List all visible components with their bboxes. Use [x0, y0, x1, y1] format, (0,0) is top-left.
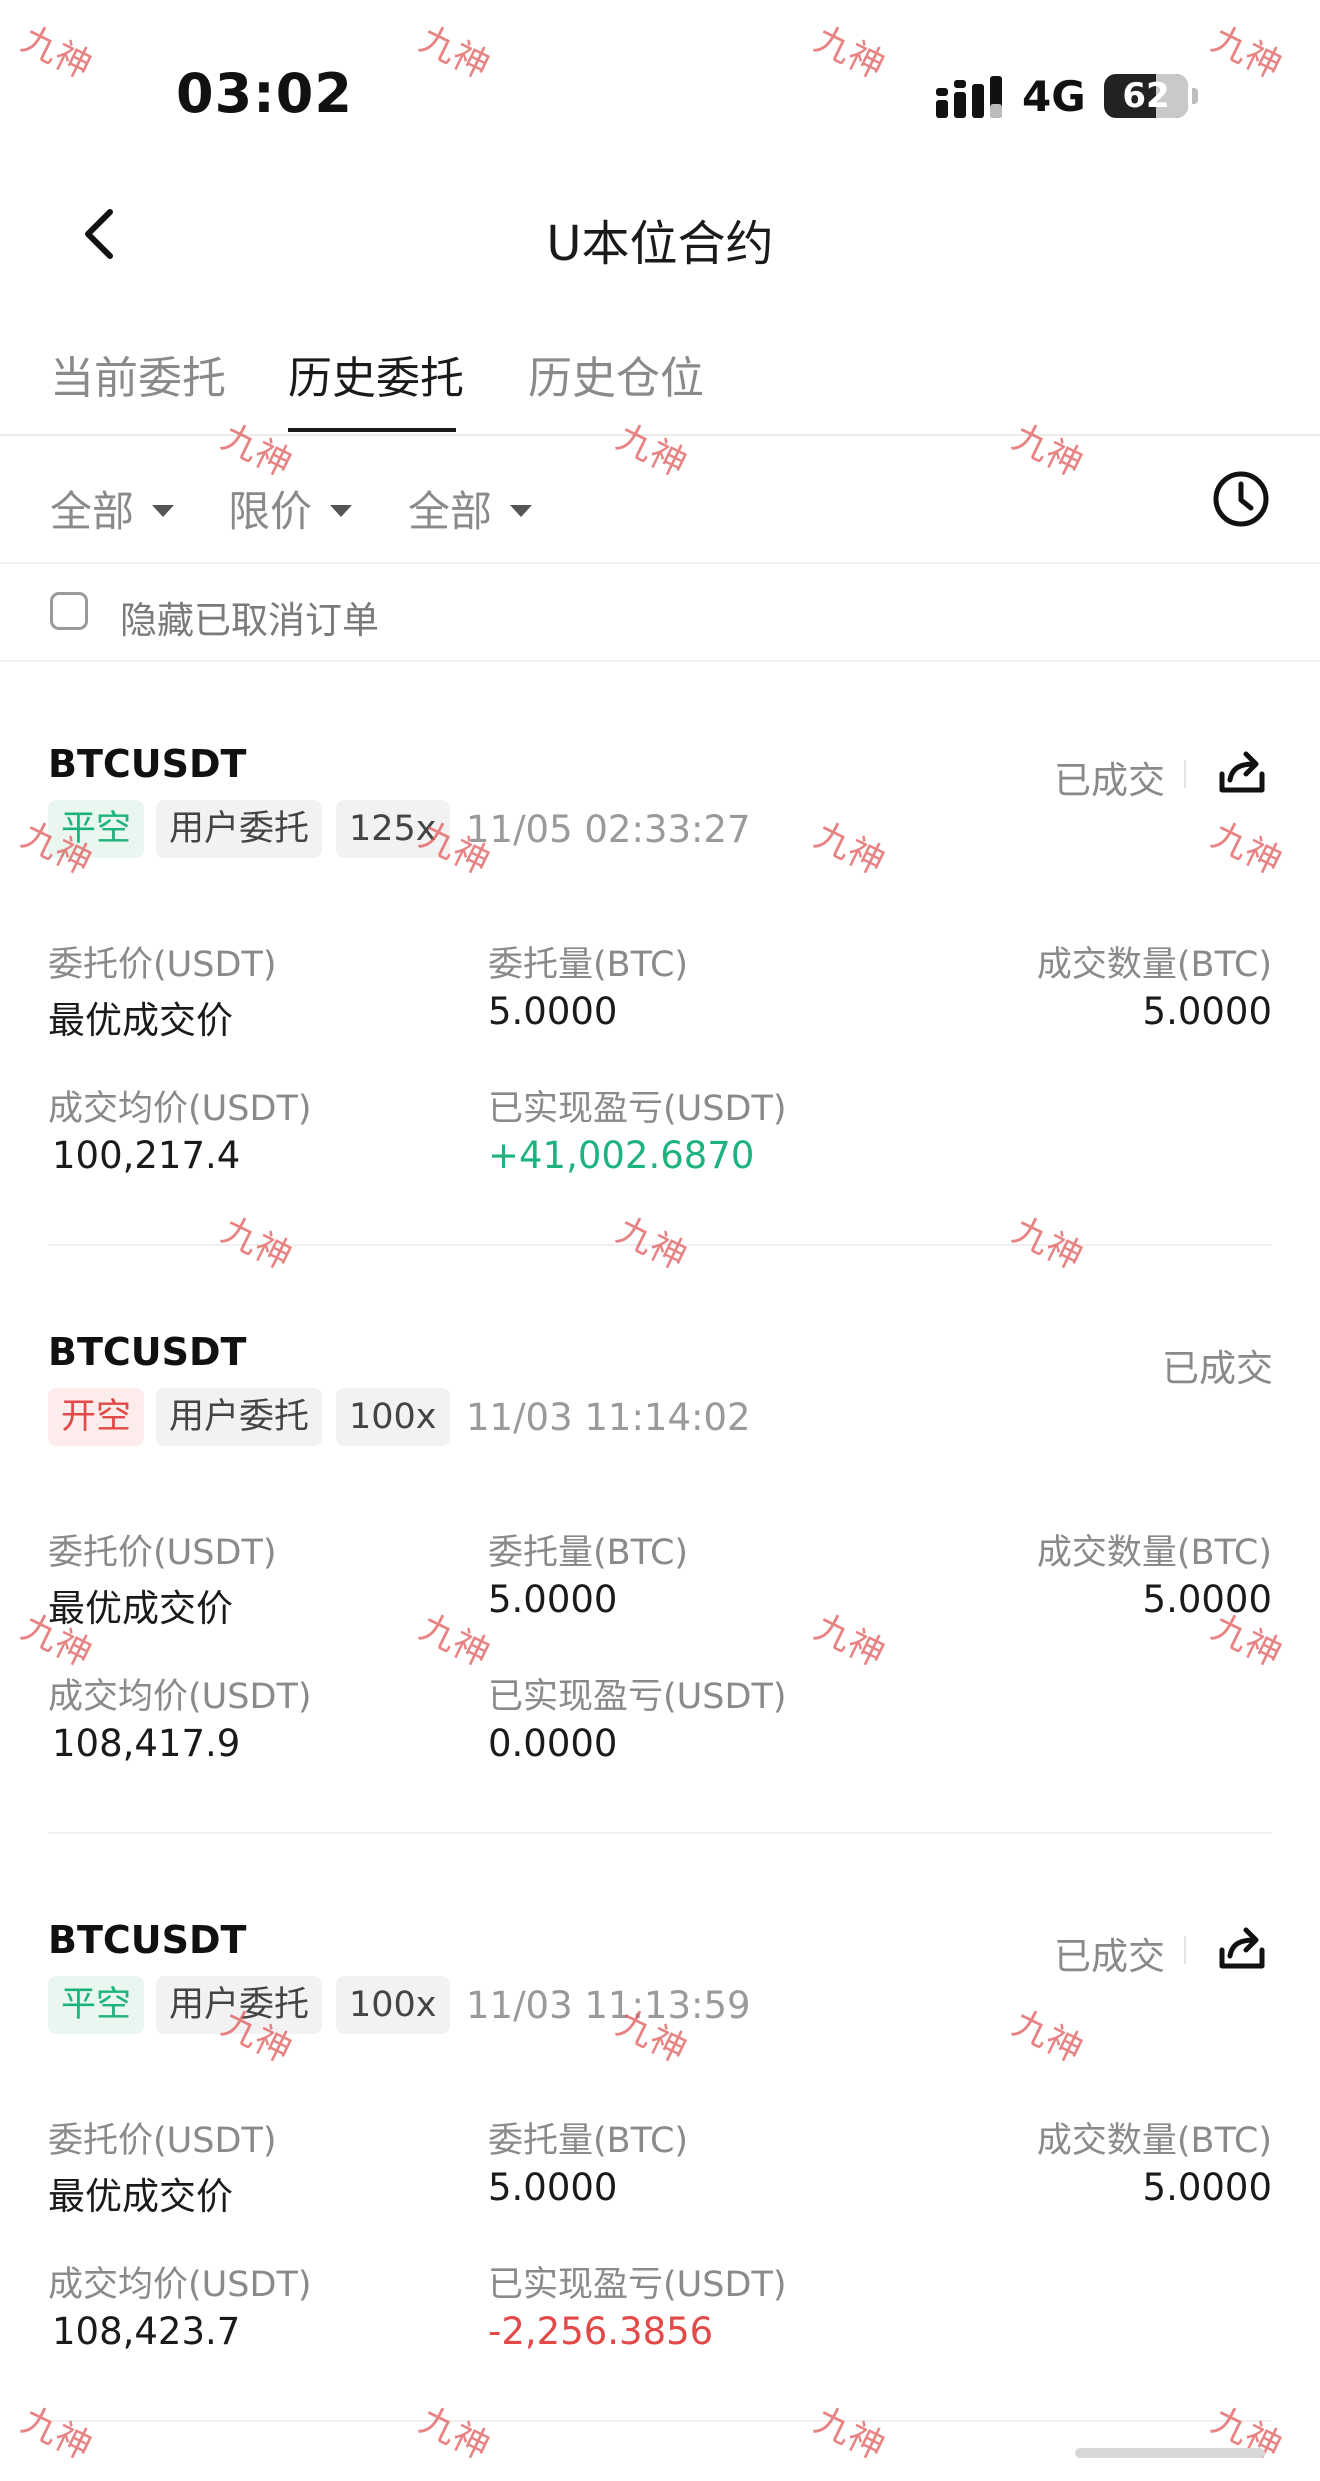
caret-down-icon: [510, 504, 533, 517]
battery-tip: [1192, 88, 1198, 104]
home-indicator: [1075, 2448, 1265, 2458]
watermark: 九神: [1205, 18, 1288, 88]
realized-pnl-label: 已实现盈亏(USDT): [488, 1677, 787, 1717]
filled-qty-value: 5.0000: [1142, 990, 1272, 1033]
battery-icon: 62: [1104, 74, 1188, 118]
leverage-tag: 100x: [336, 1388, 450, 1446]
order-price-value: 最优成交价: [48, 999, 233, 1042]
filled-qty-label: 成交数量(BTC): [1036, 1533, 1272, 1573]
order-time: 11/05 02:33:27: [466, 808, 751, 851]
order-card: BTCUSDT 已成交 平空 用户委托 100x 11/03 11:13:59 …: [0, 1852, 1320, 2440]
watermark: 九神: [413, 18, 496, 88]
order-status: 已成交: [1054, 1935, 1165, 1978]
order-time: 11/03 11:13:59: [466, 1984, 751, 2027]
order-card: BTCUSDT 已成交 平空 用户委托 125x 11/05 02:33:27 …: [0, 676, 1320, 1264]
filled-qty-label: 成交数量(BTC): [1036, 2121, 1272, 2161]
order-price-label: 委托价(USDT): [48, 2121, 277, 2161]
avg-price-label: 成交均价(USDT): [48, 1089, 312, 1129]
caret-down-icon: [152, 504, 175, 517]
order-qty-label: 委托量(BTC): [488, 945, 689, 985]
source-tag: 用户委托: [156, 800, 323, 858]
order-status: 已成交: [1162, 1347, 1273, 1390]
page-title: U本位合约: [546, 216, 774, 272]
tab-bar: 当前委托 历史委托 历史仓位: [0, 336, 1320, 436]
hide-cancelled-row: 隐藏已取消订单: [0, 564, 1320, 662]
filled-qty-label: 成交数量(BTC): [1036, 945, 1272, 985]
filled-qty-value: 5.0000: [1142, 2166, 1272, 2209]
caret-down-icon: [330, 504, 353, 517]
avg-price-value: 108,423.7: [52, 2310, 241, 2353]
divider: [1184, 1936, 1186, 1964]
filter-side-dropdown[interactable]: 全部: [408, 478, 533, 539]
order-symbol: BTCUSDT: [48, 742, 247, 786]
network-type: 4G: [1022, 72, 1086, 121]
order-price-value: 最优成交价: [48, 2175, 233, 2218]
avg-price-value: 108,417.9: [52, 1722, 241, 1765]
filter-label: 限价: [228, 487, 313, 536]
clock-icon[interactable]: [1212, 470, 1270, 528]
realized-pnl-value: -2,256.3856: [488, 2310, 714, 2353]
signal-icon: [936, 76, 1002, 118]
realized-pnl-label: 已实现盈亏(USDT): [488, 2265, 787, 2305]
watermark: 九神: [808, 18, 891, 88]
share-icon[interactable]: [1216, 746, 1268, 798]
hide-cancelled-checkbox[interactable]: [50, 592, 88, 630]
order-qty-value: 5.0000: [488, 990, 618, 1033]
filter-label: 全部: [50, 487, 135, 536]
order-qty-label: 委托量(BTC): [488, 1533, 689, 1573]
order-qty-label: 委托量(BTC): [488, 2121, 689, 2161]
order-qty-value: 5.0000: [488, 1578, 618, 1621]
filter-label: 全部: [408, 487, 493, 536]
watermark: 九神: [15, 18, 98, 88]
realized-pnl-value: +41,002.6870: [488, 1134, 755, 1177]
share-icon[interactable]: [1216, 1922, 1268, 1974]
hide-cancelled-label[interactable]: 隐藏已取消订单: [120, 590, 379, 644]
battery-level: 62: [1122, 76, 1170, 116]
card-divider: [48, 2420, 1272, 2422]
tab-order-history[interactable]: 历史委托: [288, 342, 464, 406]
tab-position-history[interactable]: 历史仓位: [528, 342, 704, 406]
realized-pnl-label: 已实现盈亏(USDT): [488, 1089, 787, 1129]
avg-price-label: 成交均价(USDT): [48, 2265, 312, 2305]
realized-pnl-value: 0.0000: [488, 1722, 618, 1765]
order-price-label: 委托价(USDT): [48, 945, 277, 985]
order-time: 11/03 11:14:02: [466, 1396, 751, 1439]
order-symbol: BTCUSDT: [48, 1330, 247, 1374]
status-time: 03:02: [176, 62, 353, 125]
tab-current-orders[interactable]: 当前委托: [50, 342, 226, 406]
leverage-tag: 100x: [336, 1976, 450, 2034]
order-card: BTCUSDT 已成交 开空 用户委托 100x 11/03 11:14:02 …: [0, 1264, 1320, 1852]
filter-order-type-dropdown[interactable]: 限价: [228, 478, 353, 539]
side-tag: 开空: [48, 1388, 145, 1446]
avg-price-label: 成交均价(USDT): [48, 1677, 312, 1717]
order-status: 已成交: [1054, 759, 1165, 802]
order-symbol: BTCUSDT: [48, 1918, 247, 1962]
divider: [1184, 760, 1186, 788]
avg-price-value: 100,217.4: [52, 1134, 241, 1177]
filter-symbol-dropdown[interactable]: 全部: [50, 478, 175, 539]
source-tag: 用户委托: [156, 1388, 323, 1446]
side-tag: 平空: [48, 1976, 145, 2034]
order-qty-value: 5.0000: [488, 2166, 618, 2209]
order-price-label: 委托价(USDT): [48, 1533, 277, 1573]
card-divider: [48, 1832, 1272, 1834]
active-tab-indicator: [288, 428, 456, 432]
